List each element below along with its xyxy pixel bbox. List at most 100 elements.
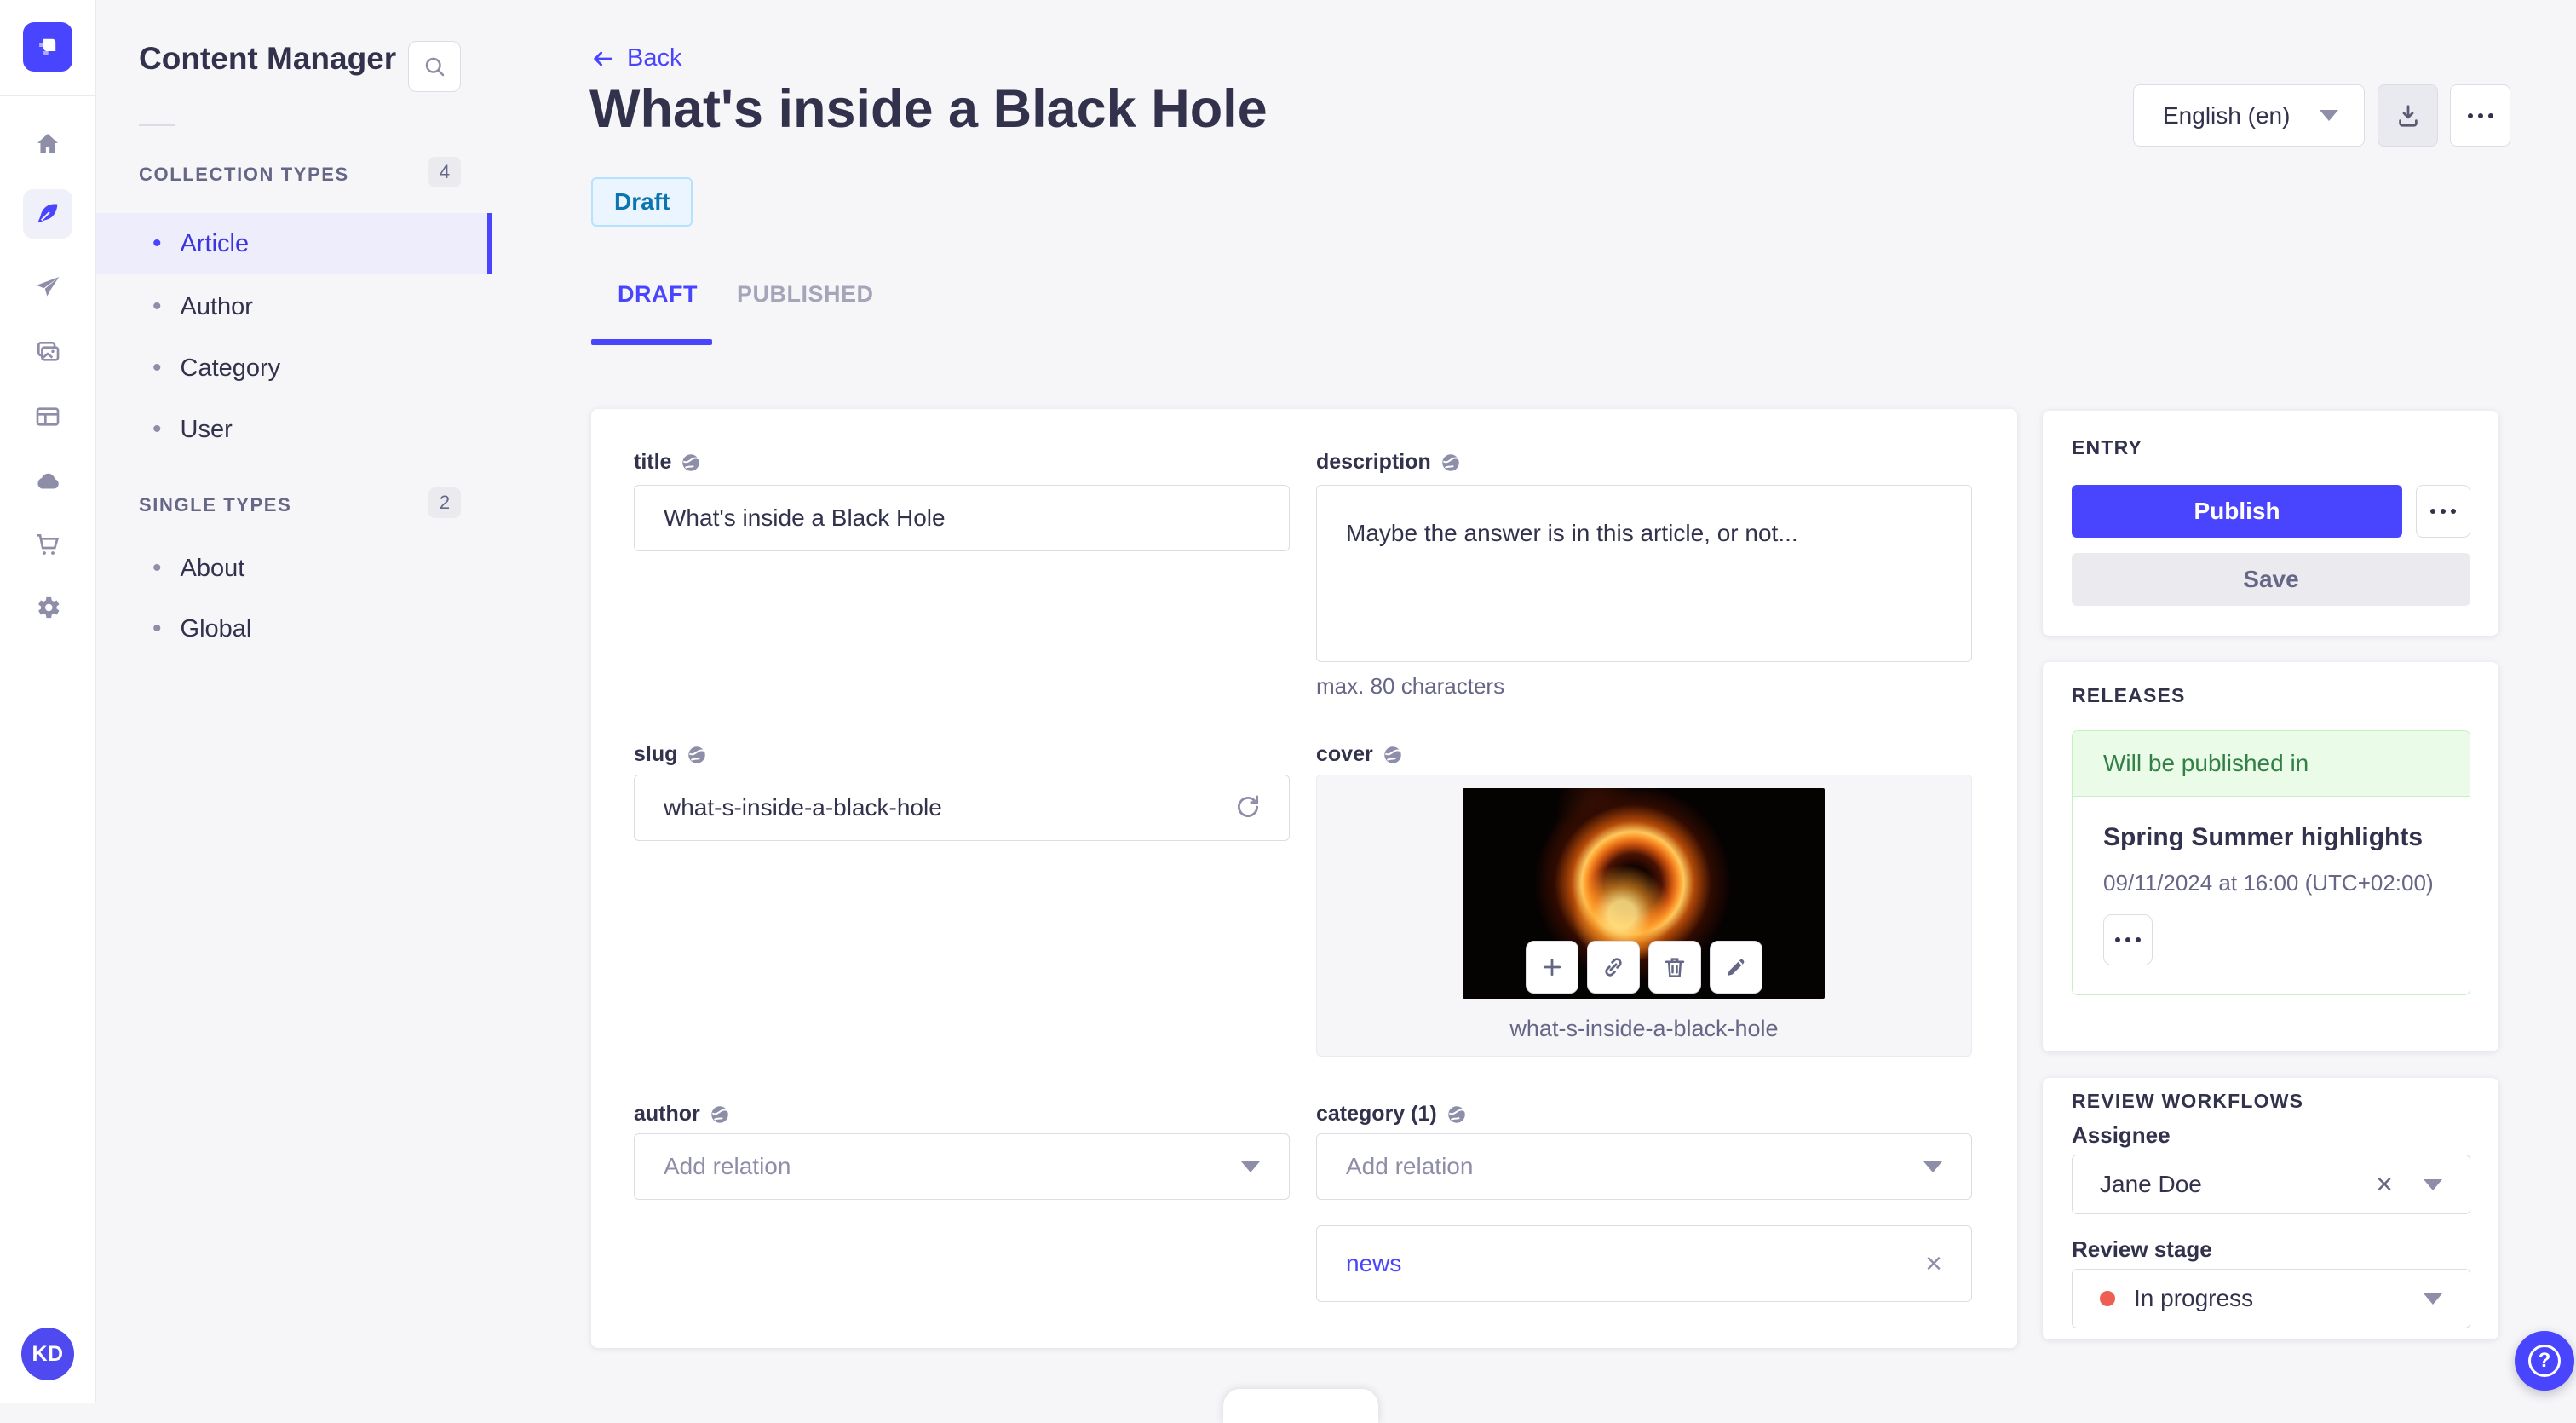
chevron-down-icon [2424,1178,2442,1190]
label-text: title [634,450,672,474]
assignee-label: Assignee [2072,1122,2171,1148]
slug-field-label: slug [634,742,708,767]
sidebar-item-author[interactable]: • Author [96,276,492,337]
trash-icon [1665,958,1685,977]
bullet-icon: • [152,554,162,582]
page-title: What's inside a Black Hole [589,79,1268,139]
title-input[interactable] [634,485,1290,551]
release-card: Will be published in Spring Summer highl… [2072,730,2470,995]
search-icon [425,57,445,77]
help-button[interactable]: ? [2515,1331,2574,1391]
publish-button[interactable]: Publish [2072,485,2402,538]
plus-icon [1543,958,1561,977]
strapi-logo[interactable] [23,22,72,72]
rail-divider [0,95,96,96]
tab-draft[interactable]: DRAFT [618,281,698,308]
slug-input[interactable] [634,775,1290,841]
review-stage-combobox[interactable]: In progress [2072,1269,2470,1328]
sidebar-divider [139,124,175,126]
releases-panel: RELEASES Will be published in Spring Sum… [2043,662,2498,1051]
release-date: 09/11/2024 at 16:00 (UTC+02:00) [2103,870,2434,896]
bullet-icon: • [152,229,162,257]
review-stage-label: Review stage [2072,1236,2212,1262]
label-text: author [634,1102,700,1126]
sidebar-item-user[interactable]: • User [96,399,492,460]
label-text: slug [634,742,678,766]
cover-field-label: cover [1316,742,1404,767]
collection-types-count-badge: 4 [428,157,461,187]
dot [2451,509,2456,514]
dot [2441,509,2446,514]
back-label: Back [627,44,682,72]
remove-relation-icon[interactable]: × [1925,1249,1942,1278]
settings-gear-icon[interactable] [23,583,72,632]
tab-published[interactable]: PUBLISHED [737,281,874,308]
i18n-globe-icon [1447,1105,1465,1123]
user-avatar[interactable]: KD [21,1328,74,1380]
release-name: Spring Summer highlights [2103,823,2424,851]
link-icon [1605,958,1622,977]
refresh-icon [1238,795,1259,818]
dot [2430,509,2435,514]
home-icon[interactable] [23,119,72,169]
regenerate-slug-button[interactable] [1233,792,1262,821]
sidebar-title: Content Manager [139,41,397,76]
edit-media-button[interactable] [1710,941,1762,994]
author-relation-combobox[interactable]: Add relation [634,1133,1290,1200]
question-mark-icon: ? [2528,1345,2561,1377]
i18n-globe-icon [1442,453,1459,471]
chevron-down-icon [1923,1161,1942,1172]
entry-panel-title: ENTRY [2072,436,2143,458]
dot [2125,937,2130,942]
status-badge: Draft [591,177,693,227]
header-more-button[interactable] [2450,84,2510,147]
author-placeholder: Add relation [664,1153,791,1179]
delete-media-button[interactable] [1648,941,1701,994]
language-value: English (en) [2163,101,2291,129]
category-relation-combobox[interactable]: Add relation [1316,1133,1972,1200]
download-icon [2398,104,2418,127]
search-button[interactable] [408,41,461,92]
chevron-down-icon [1241,1161,1260,1172]
i18n-globe-icon [1383,746,1401,763]
export-download-button[interactable] [2378,84,2438,147]
assignee-combobox[interactable]: Jane Doe × [2072,1155,2470,1214]
content-manager-icon[interactable] [23,189,72,239]
stage-status-dot [2100,1291,2115,1306]
entry-pagination-pill[interactable] [1223,1389,1378,1423]
copy-link-button[interactable] [1587,941,1640,994]
cover-action-toolbar [1526,941,1762,994]
entry-more-button[interactable] [2416,485,2470,538]
content-manager-sidebar: Content Manager COLLECTION TYPES 4 • Art… [96,0,492,1403]
releases-panel-title: RELEASES [2072,684,2186,706]
single-types-count-badge: 2 [428,487,461,518]
sidebar-item-global[interactable]: • Global [96,598,492,660]
relation-link-news[interactable]: news [1346,1250,1401,1277]
releases-icon[interactable] [23,262,72,312]
sidebar-item-label: Global [180,614,252,642]
chevron-down-icon [2424,1293,2442,1305]
content-type-builder-icon[interactable] [23,392,72,441]
sidebar-item-about[interactable]: • About [96,538,492,599]
dot [2487,112,2493,118]
description-helper-text: max. 80 characters [1316,673,1505,699]
section-collection-types: COLLECTION TYPES [139,164,349,185]
media-library-icon[interactable] [23,327,72,377]
release-status: Will be published in [2073,731,2470,797]
entry-panel: ENTRY Publish Save [2043,411,2498,636]
back-link[interactable]: Back [591,44,681,72]
i18n-globe-icon [711,1105,728,1123]
marketplace-cart-icon[interactable] [23,520,72,569]
i18n-globe-icon [682,453,700,471]
language-select[interactable]: English (en) [2133,84,2365,147]
sidebar-item-article[interactable]: • Article [96,213,492,274]
sidebar-item-category[interactable]: • Category [96,337,492,399]
save-button[interactable]: Save [2072,553,2470,606]
label-text: category (1) [1316,1102,1437,1126]
clear-assignee-icon[interactable]: × [2376,1170,2393,1199]
release-more-button[interactable] [2103,914,2153,965]
deploy-cloud-icon[interactable] [23,457,72,506]
add-media-button[interactable] [1526,941,1578,994]
description-textarea[interactable]: Maybe the answer is in this article, or … [1316,485,1972,662]
active-tab-indicator [591,339,712,345]
